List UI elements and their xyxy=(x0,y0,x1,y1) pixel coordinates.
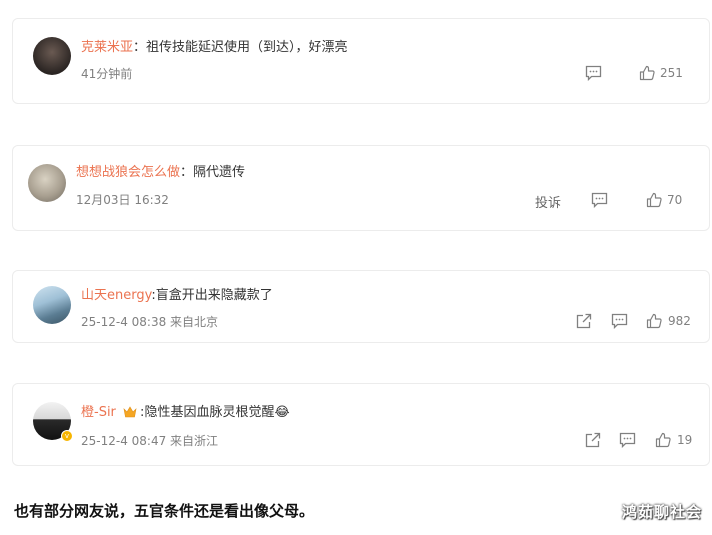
comment-button[interactable] xyxy=(619,432,636,448)
like-icon xyxy=(639,65,655,81)
like-icon xyxy=(646,192,662,208)
comment-card: v 橙-Sir :隐性基因血脉灵根觉醒😂 25-12-4 08:47 来自浙江 … xyxy=(12,383,710,466)
share-icon xyxy=(576,313,592,329)
avatar[interactable] xyxy=(28,164,66,202)
comment-time: 25-12-4 08:38 来自北京 xyxy=(81,315,219,329)
comment-card: 想想战狼会怎么做：隔代遗传 12月03日 16:32 投诉 70 xyxy=(12,145,710,231)
comment-icon xyxy=(585,65,602,81)
crown-icon xyxy=(123,406,137,424)
comment-username[interactable]: 克莱米亚 xyxy=(81,40,133,55)
share-button[interactable] xyxy=(576,313,592,329)
comment-text: 隐性基因血脉灵根觉醒 xyxy=(144,405,275,420)
comment-separator: ： xyxy=(133,40,147,55)
like-button[interactable]: 70 xyxy=(646,192,682,208)
share-button[interactable] xyxy=(585,432,601,448)
comment-button[interactable] xyxy=(591,192,608,208)
comment-icon xyxy=(619,432,636,448)
comment-icon xyxy=(591,192,608,208)
like-button[interactable]: 19 xyxy=(655,432,692,448)
comment-text: 盲盒开出来隐藏款了 xyxy=(155,288,273,303)
like-icon xyxy=(646,313,662,329)
report-button[interactable]: 投诉 xyxy=(535,192,561,211)
comment-username[interactable]: 想想战狼会怎么做 xyxy=(76,165,180,180)
avatar[interactable] xyxy=(33,286,71,324)
avatar[interactable] xyxy=(33,37,71,75)
comment-icon xyxy=(611,313,628,329)
like-count: 70 xyxy=(667,193,683,207)
comment-time: 12月03日 16:32 xyxy=(76,193,169,207)
comment-username[interactable]: 山天energy xyxy=(81,288,151,303)
comment-username[interactable]: 橙-Sir xyxy=(81,405,116,420)
like-icon xyxy=(655,432,671,448)
share-icon xyxy=(585,432,601,448)
like-count: 251 xyxy=(660,66,683,80)
comment-time: 25-12-4 08:47 来自浙江 xyxy=(81,434,219,448)
comment-time: 41分钟前 xyxy=(81,67,133,81)
like-count: 982 xyxy=(668,314,691,328)
like-button[interactable]: 982 xyxy=(646,313,691,329)
comment-text: 祖传技能延迟使用（到达），好漂亮 xyxy=(146,40,348,55)
like-count: 19 xyxy=(677,433,693,447)
like-button[interactable]: 251 xyxy=(639,65,683,81)
laugh-emoji: 😂 xyxy=(274,405,290,420)
comment-text: 隔代遗传 xyxy=(193,165,246,180)
article-caption: 也有部分网友说，五官条件还是看出像父母。 xyxy=(14,502,315,520)
comment-card: 山天energy:盲盒开出来隐藏款了 25-12-4 08:38 来自北京 98… xyxy=(12,270,710,343)
comment-button[interactable] xyxy=(585,65,602,81)
watermark: 鸿茹聊社会 xyxy=(621,503,702,521)
verified-icon: v xyxy=(61,430,73,442)
comment-button[interactable] xyxy=(611,313,628,329)
comment-card: 克莱米亚：祖传技能延迟使用（到达），好漂亮 41分钟前 251 xyxy=(12,18,710,104)
comment-separator: ： xyxy=(180,165,194,180)
